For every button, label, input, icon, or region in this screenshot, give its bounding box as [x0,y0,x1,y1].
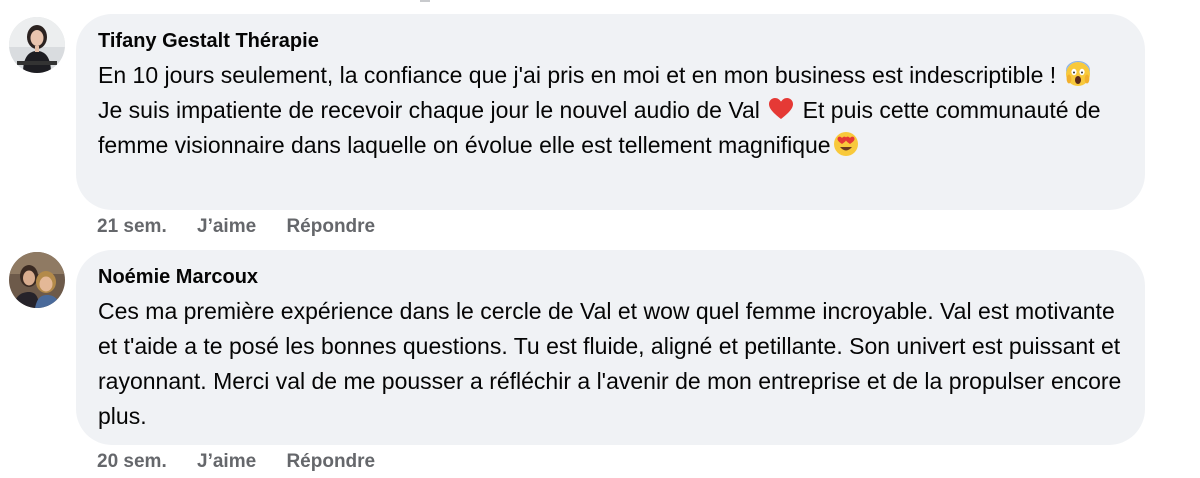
comment-text: En 10 jours seulement, la confiance que … [98,58,1123,163]
red-heart-emoji [769,98,794,119]
heart-eyes-emoji [833,132,858,156]
previous-comment-edge [420,0,430,2]
comment-text-part: Je suis impatiente de recevoir chaque jo… [98,97,767,123]
comment-text: Ces ma première expérience dans le cercl… [98,298,1122,429]
like-button[interactable]: J’aime [197,216,256,237]
avatar-photo-tifany [9,17,65,73]
like-button[interactable]: J’aime [197,451,256,472]
comment-bubble: Noémie Marcoux Ces ma première expérienc… [76,250,1145,445]
comment-bubble: Tifany Gestalt Thérapie En 10 jours seul… [76,14,1145,210]
comment-actions: 21 sem. J’aime Répondre [97,214,375,240]
comment-timestamp[interactable]: 20 sem. [97,451,167,472]
reply-button[interactable]: Répondre [286,451,375,472]
avatar[interactable] [9,17,65,73]
comment-timestamp[interactable]: 21 sem. [97,216,167,237]
comment-author[interactable]: Tifany Gestalt Thérapie [98,28,319,54]
reply-button[interactable]: Répondre [286,216,375,237]
comment-author[interactable]: Noémie Marcoux [98,264,258,290]
avatar-photo-noemie [9,252,65,308]
avatar[interactable] [9,252,65,308]
screaming-face-emoji [1065,61,1090,86]
comment-text-part: En 10 jours seulement, la confiance que … [98,62,1063,88]
comment-actions: 20 sem. J’aime Répondre [97,449,375,475]
